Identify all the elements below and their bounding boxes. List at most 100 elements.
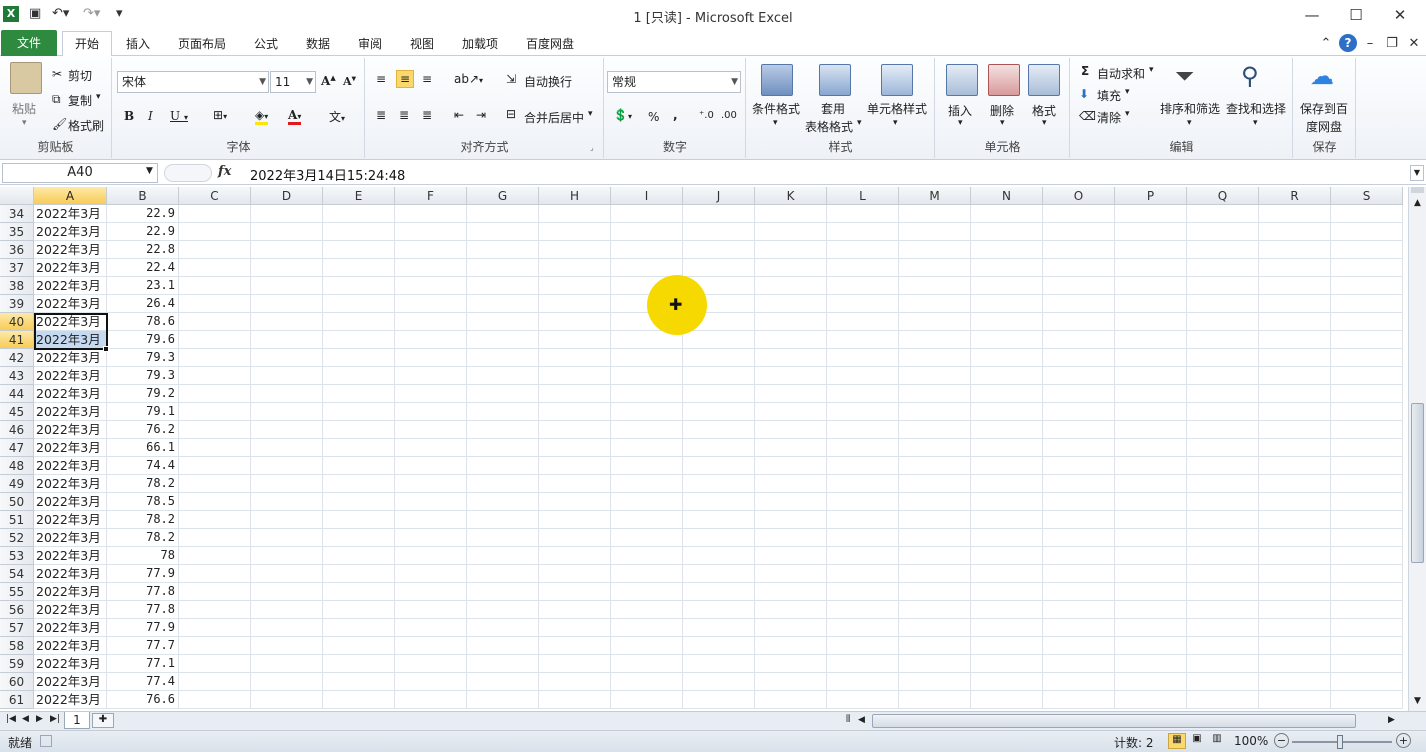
cell-empty[interactable]	[251, 205, 323, 223]
cell-empty[interactable]	[755, 241, 827, 259]
cell-empty[interactable]	[827, 295, 899, 313]
cell-empty[interactable]	[539, 421, 611, 439]
increase-indent-icon[interactable]: ⇥	[476, 108, 486, 122]
cell-empty[interactable]	[1043, 313, 1115, 331]
cell-empty[interactable]	[1115, 385, 1187, 403]
cell-empty[interactable]	[899, 547, 971, 565]
cell-empty[interactable]	[1259, 547, 1331, 565]
cell-empty[interactable]	[827, 511, 899, 529]
paste-icon[interactable]	[10, 62, 42, 94]
cell-empty[interactable]	[1259, 637, 1331, 655]
cell-empty[interactable]	[179, 439, 251, 457]
cell-empty[interactable]	[179, 493, 251, 511]
cell-empty[interactable]	[467, 619, 539, 637]
cell-empty[interactable]	[467, 331, 539, 349]
cell-empty[interactable]	[971, 691, 1043, 709]
cell-empty[interactable]	[251, 655, 323, 673]
cell-empty[interactable]	[1331, 259, 1403, 277]
cell-empty[interactable]	[755, 619, 827, 637]
cell-empty[interactable]	[1043, 241, 1115, 259]
cell-empty[interactable]	[971, 295, 1043, 313]
cell-empty[interactable]	[467, 637, 539, 655]
cell-empty[interactable]	[899, 475, 971, 493]
cell-empty[interactable]	[1187, 475, 1259, 493]
row-header[interactable]: 36	[0, 241, 34, 259]
insert-sheet-icon[interactable]: ✚	[92, 713, 114, 728]
cell-empty[interactable]	[1187, 223, 1259, 241]
cell-empty[interactable]	[1115, 511, 1187, 529]
cell-empty[interactable]	[467, 601, 539, 619]
cell-empty[interactable]	[539, 673, 611, 691]
cell-a[interactable]: 2022年3月	[34, 349, 107, 367]
cell-empty[interactable]	[1115, 583, 1187, 601]
column-header-f[interactable]: F	[395, 187, 467, 205]
cell-empty[interactable]	[1115, 295, 1187, 313]
copy-icon[interactable]: ⧉	[52, 92, 61, 107]
cell-empty[interactable]	[1331, 349, 1403, 367]
cell-empty[interactable]	[755, 223, 827, 241]
cell-b[interactable]: 79.2	[107, 385, 179, 403]
format-as-table-icon[interactable]	[819, 64, 851, 96]
cell-empty[interactable]	[1043, 403, 1115, 421]
cell-empty[interactable]	[1259, 493, 1331, 511]
cell-a[interactable]: 2022年3月	[34, 601, 107, 619]
copy-button[interactable]: 复制	[68, 92, 92, 109]
cell-b[interactable]: 79.3	[107, 349, 179, 367]
merge-dropdown-icon[interactable]: ▾	[588, 109, 593, 119]
name-box-dropdown-icon[interactable]: ▼	[146, 166, 153, 176]
cell-empty[interactable]	[827, 439, 899, 457]
tab-formulas[interactable]: 公式	[244, 34, 288, 56]
cell-empty[interactable]	[1259, 277, 1331, 295]
underline-icon[interactable]: U ▾	[170, 109, 188, 123]
cell-empty[interactable]	[827, 637, 899, 655]
cell-a[interactable]: 2022年3月	[34, 475, 107, 493]
cell-empty[interactable]	[395, 277, 467, 295]
cell-b[interactable]: 76.2	[107, 421, 179, 439]
cell-empty[interactable]	[179, 313, 251, 331]
cell-empty[interactable]	[395, 349, 467, 367]
cell-empty[interactable]	[971, 511, 1043, 529]
cell-empty[interactable]	[971, 637, 1043, 655]
vertical-scrollbar[interactable]: ▲ ▼	[1408, 187, 1426, 711]
sheet-tab-1[interactable]: 1	[64, 712, 90, 729]
cell-empty[interactable]	[1331, 475, 1403, 493]
cell-empty[interactable]	[971, 349, 1043, 367]
cell-empty[interactable]	[1259, 331, 1331, 349]
cell-empty[interactable]	[1043, 205, 1115, 223]
cell-empty[interactable]	[395, 295, 467, 313]
align-bottom-icon[interactable]: ≡	[422, 72, 432, 86]
cell-empty[interactable]	[611, 547, 683, 565]
cell-empty[interactable]	[611, 511, 683, 529]
cell-empty[interactable]	[971, 277, 1043, 295]
cell-empty[interactable]	[1043, 655, 1115, 673]
cell-empty[interactable]	[899, 421, 971, 439]
cell-empty[interactable]	[179, 205, 251, 223]
cell-empty[interactable]	[539, 295, 611, 313]
cell-empty[interactable]	[1331, 403, 1403, 421]
cell-b[interactable]: 23.1	[107, 277, 179, 295]
cell-empty[interactable]	[395, 385, 467, 403]
cell-empty[interactable]	[251, 313, 323, 331]
cell-empty[interactable]	[179, 673, 251, 691]
save-to-baidu-button-line2[interactable]: 度网盘	[1306, 118, 1342, 135]
fill-color-icon[interactable]: ◈▾	[255, 108, 269, 125]
cell-a[interactable]: 2022年3月	[34, 691, 107, 709]
cell-b[interactable]: 22.9	[107, 223, 179, 241]
cell-empty[interactable]	[755, 259, 827, 277]
cell-empty[interactable]	[395, 529, 467, 547]
cell-empty[interactable]	[755, 295, 827, 313]
cell-empty[interactable]	[251, 367, 323, 385]
cell-a[interactable]: 2022年3月	[34, 241, 107, 259]
cell-empty[interactable]	[1043, 583, 1115, 601]
cell-empty[interactable]	[1043, 475, 1115, 493]
cell-empty[interactable]	[539, 457, 611, 475]
cell-empty[interactable]	[971, 241, 1043, 259]
cell-empty[interactable]	[683, 223, 755, 241]
maximize-button[interactable]: ☐	[1336, 3, 1376, 27]
cell-empty[interactable]	[1259, 349, 1331, 367]
border-icon[interactable]: ⊞▾	[213, 108, 227, 122]
cell-empty[interactable]	[971, 205, 1043, 223]
cell-empty[interactable]	[1187, 277, 1259, 295]
cell-empty[interactable]	[251, 637, 323, 655]
format-cells-icon[interactable]	[1028, 64, 1060, 96]
